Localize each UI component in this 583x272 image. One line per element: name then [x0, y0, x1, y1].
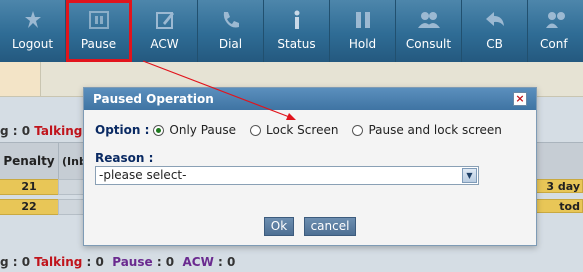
- table-cell: [58, 179, 86, 195]
- stats-bottom: g : 0 Talking : 0 Pause : 0 ACW : 0: [0, 255, 236, 269]
- left-tab[interactable]: [0, 62, 41, 96]
- dial-label: Dial: [218, 37, 243, 51]
- main-toolbar: Logout Pause ACW Dial Status Hold Consul…: [0, 0, 583, 62]
- acw-button[interactable]: ACW: [132, 0, 198, 62]
- option-label: Option :: [95, 123, 150, 137]
- pause-icon: [66, 8, 131, 32]
- chevron-down-icon[interactable]: ▼: [462, 168, 477, 183]
- pause-button[interactable]: Pause: [66, 0, 132, 62]
- radio-button[interactable]: [153, 124, 165, 136]
- radio-pause-and-lock[interactable]: Pause and lock screen: [352, 123, 502, 137]
- conf-button[interactable]: Conf: [528, 0, 583, 62]
- pause-label: Pause: [80, 37, 117, 51]
- radio-lock-screen[interactable]: Lock Screen: [250, 123, 338, 137]
- close-icon[interactable]: ×: [513, 92, 527, 106]
- logout-label: Logout: [11, 37, 54, 51]
- cb-label: CB: [486, 37, 503, 51]
- hold-label: Hold: [348, 37, 377, 51]
- logout-button[interactable]: Logout: [0, 0, 66, 62]
- hold-icon: [330, 8, 395, 32]
- right-cell: tod: [535, 199, 583, 213]
- acw-label: ACW: [150, 37, 179, 51]
- radio-only-pause[interactable]: Only Pause: [153, 123, 236, 137]
- status-label: Status: [277, 37, 316, 51]
- option-row: Option : Only Pause Lock Screen Pause an…: [95, 122, 516, 138]
- reason-select[interactable]: -please select- ▼: [95, 166, 479, 185]
- ok-button[interactable]: Ok: [264, 217, 294, 236]
- logout-icon: [0, 8, 65, 32]
- penalty-header: Penalty: [0, 142, 59, 180]
- paused-operation-dialog: Paused Operation × Option : Only Pause L…: [83, 87, 537, 246]
- dialog-title: Paused Operation: [84, 88, 536, 110]
- status-button[interactable]: Status: [264, 0, 330, 62]
- hold-button[interactable]: Hold: [330, 0, 396, 62]
- right-cell: 3 day: [535, 179, 583, 193]
- right-header: [535, 142, 583, 180]
- penalty-cell: 21: [0, 179, 59, 195]
- cancel-button[interactable]: cancel: [304, 217, 356, 236]
- reason-label: Reason :: [95, 151, 154, 165]
- users-icon: [396, 8, 461, 32]
- phone-icon: [198, 8, 263, 32]
- radio-button[interactable]: [352, 124, 364, 136]
- callback-icon: [462, 8, 527, 32]
- reason-selected-value: -please select-: [99, 168, 187, 182]
- penalty-cell: 22: [0, 199, 59, 215]
- cb-button[interactable]: CB: [462, 0, 528, 62]
- conference-icon: [528, 8, 583, 32]
- dial-button[interactable]: Dial: [198, 0, 264, 62]
- consult-label: Consult: [405, 37, 452, 51]
- consult-button[interactable]: Consult: [396, 0, 462, 62]
- edit-icon: [132, 8, 197, 32]
- table-cell: [58, 199, 86, 215]
- info-icon: [264, 8, 329, 32]
- radio-button[interactable]: [250, 124, 261, 136]
- conf-label: Conf: [540, 37, 568, 51]
